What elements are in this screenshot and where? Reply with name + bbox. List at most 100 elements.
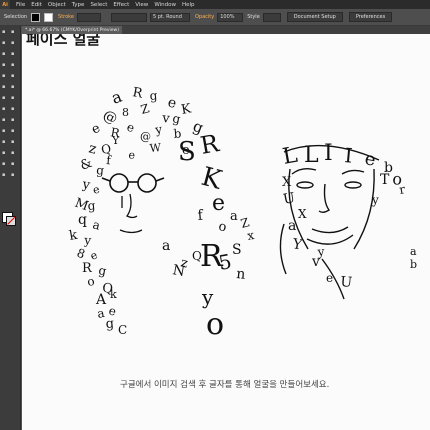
letter-glyph: I — [344, 143, 354, 168]
letter-glyph: o — [206, 307, 224, 342]
letter-glyph: e — [91, 183, 101, 197]
letter-glyph: 8 — [75, 246, 87, 262]
letter-glyph: I — [324, 141, 333, 166]
letter-glyph: o — [217, 219, 227, 235]
letter-glyph: S — [178, 137, 196, 167]
column-graph-tool-icon[interactable]: ▪ — [11, 151, 16, 156]
hair-letter-group: a Rg e K@ 8 Zv ge Rbz Qe& gy eMgq ak y8 eR go QAegYe ygf… — [68, 85, 206, 337]
style-select[interactable] — [262, 12, 281, 22]
magic-wand-tool-icon[interactable]: ▪ — [2, 41, 7, 46]
stroke-color-box[interactable] — [6, 216, 16, 226]
letter-glyph: X — [298, 207, 307, 221]
letter-glyph: g — [97, 263, 107, 278]
letter-glyph: T — [380, 172, 390, 188]
line-tool-icon[interactable]: ▪ — [2, 63, 7, 68]
letter-glyph: x — [246, 228, 255, 243]
letter-glyph: g — [149, 88, 158, 103]
letter-glyph: R — [131, 85, 144, 102]
face-letter-group-left: S RKefoa ZR5aNSnyoQzx — [162, 129, 255, 342]
type-tool-icon[interactable]: ▪ — [11, 52, 16, 57]
fill-swatch[interactable] — [31, 12, 41, 22]
letter-glyph: a — [91, 217, 102, 232]
blend-tool-icon[interactable]: ▪ — [11, 140, 16, 145]
rotate-tool-icon[interactable]: ▪ — [2, 96, 7, 101]
letter-glyph: C — [118, 323, 127, 337]
pen-tool-icon[interactable]: ▪ — [2, 52, 7, 57]
slice-tool-icon[interactable]: ▪ — [11, 162, 16, 167]
width-tool-icon[interactable]: ▪ — [2, 107, 7, 112]
stroke-label[interactable]: Stroke — [58, 14, 74, 20]
letter-glyph: a — [230, 209, 238, 224]
letter-glyph: W — [149, 141, 162, 155]
document-setup-button[interactable]: Document Setup — [286, 12, 343, 22]
face-letter-group-right: L L I Ie boTryXUaYve UyX — [281, 141, 407, 291]
menu-view[interactable]: View — [135, 2, 148, 8]
letter-glyph: e — [89, 121, 103, 138]
mesh-tool-icon[interactable]: ▪ — [2, 129, 7, 134]
menu-effect[interactable]: Effect — [113, 2, 129, 8]
letter-glyph: e — [363, 148, 377, 171]
shape-builder-tool-icon[interactable]: ▪ — [2, 118, 7, 123]
document-tab-bar: *.ai* @ 66.67% (CMYK/Overprint Preview) — [22, 26, 430, 34]
free-transform-tool-icon[interactable]: ▪ — [11, 107, 16, 112]
artboard-tool-icon[interactable]: ▪ — [2, 162, 7, 167]
artboard[interactable]: 페이스 얼굴 a Rg e K @8 Zv g e Rb z Qe & g y e Mg q a k y 8 e Rg o Q A… — [22, 34, 430, 430]
selection-tool-icon[interactable]: ▪ — [2, 30, 7, 35]
menu-object[interactable]: Object — [48, 2, 66, 8]
letter-glyph: o — [86, 274, 96, 289]
fill-stroke-widget[interactable] — [2, 212, 16, 226]
eyedropper-tool-icon[interactable]: ▪ — [2, 140, 7, 145]
pencil-tool-icon[interactable]: ▪ — [11, 74, 16, 79]
stroke-swatch[interactable] — [44, 12, 54, 22]
letter-glyph: g — [87, 198, 96, 213]
letter-glyph: & — [78, 156, 94, 174]
stroke-weight-select[interactable] — [76, 12, 101, 22]
brush-select[interactable]: 5 pt. Round — [149, 12, 190, 22]
paintbrush-tool-icon[interactable]: ▪ — [2, 74, 7, 79]
mode-label: Selection — [4, 14, 28, 20]
scale-tool-icon[interactable]: ▪ — [11, 96, 16, 101]
tools-panel: ▪ ▪ ▪ ▪ ▪ ▪ ▪ ▪ ▪ ▪ ▪ ▪ ▪ ▪ ▪ ▪ ▪ ▪ ▪ ▪ ▪ ▪ ▪ ▪ ▪ ▪ ▪ ▪ — [0, 26, 21, 430]
letter-glyph: f — [197, 207, 205, 224]
letter-glyph: Y — [111, 134, 120, 147]
hand-tool-icon[interactable]: ▪ — [2, 173, 7, 178]
blob-brush-tool-icon[interactable]: ▪ — [2, 85, 7, 90]
variable-width-select[interactable] — [110, 12, 147, 22]
letter-glyph: U — [340, 274, 353, 291]
letter-glyph: q — [78, 212, 87, 228]
instruction-caption: 구글에서 이미지 검색 후 글자를 통해 얼굴을 만들어보세요. — [120, 380, 330, 390]
perspective-grid-tool-icon[interactable]: ▪ — [11, 118, 16, 123]
letter-glyph: R — [198, 129, 222, 160]
typographic-portraits: a Rg e K@ 8 Zv ge Rbz Qe& gy eMgq ak y8 eR go QAegYe ygf… — [68, 85, 407, 342]
letter-glyph: n — [236, 266, 246, 283]
menu-edit[interactable]: Edit — [31, 2, 42, 8]
preferences-button[interactable]: Preferences — [348, 12, 393, 22]
letter-glyph: @ — [140, 130, 151, 143]
letter-glyph: y — [80, 177, 91, 193]
zoom-tool-icon[interactable]: ▪ — [11, 173, 16, 178]
symbol-sprayer-tool-icon[interactable]: ▪ — [2, 151, 7, 156]
letter-glyph: Q — [192, 249, 202, 263]
menu-help[interactable]: Help — [182, 2, 195, 8]
letter-glyph: a — [109, 86, 125, 107]
menu-file[interactable]: File — [16, 2, 25, 8]
letter-glyph: y — [83, 233, 92, 248]
lasso-tool-icon[interactable]: ▪ — [11, 41, 16, 46]
opacity-label[interactable]: Opacity — [195, 14, 214, 20]
menu-bar: Ai File Edit Object Type Select Effect V… — [0, 0, 430, 9]
gradient-tool-icon[interactable]: ▪ — [11, 129, 16, 134]
letter-glyph: v — [161, 111, 171, 127]
app-logo: Ai — [0, 0, 10, 9]
letter-glyph: Z — [139, 101, 151, 117]
letter-glyph: g — [171, 111, 181, 126]
menu-window[interactable]: Window — [154, 2, 176, 8]
direct-selection-tool-icon[interactable]: ▪ — [11, 30, 16, 35]
rectangle-tool-icon[interactable]: ▪ — [11, 63, 16, 68]
letter-glyph: e — [125, 120, 136, 136]
menu-select[interactable]: Select — [90, 2, 107, 8]
letter-glyph: y — [201, 285, 214, 309]
menu-type[interactable]: Type — [72, 2, 85, 8]
eraser-tool-icon[interactable]: ▪ — [11, 85, 16, 90]
document-tab[interactable]: *.ai* @ 66.67% (CMYK/Overprint Preview) — [22, 26, 122, 34]
opacity-field[interactable]: 100% — [217, 12, 244, 22]
